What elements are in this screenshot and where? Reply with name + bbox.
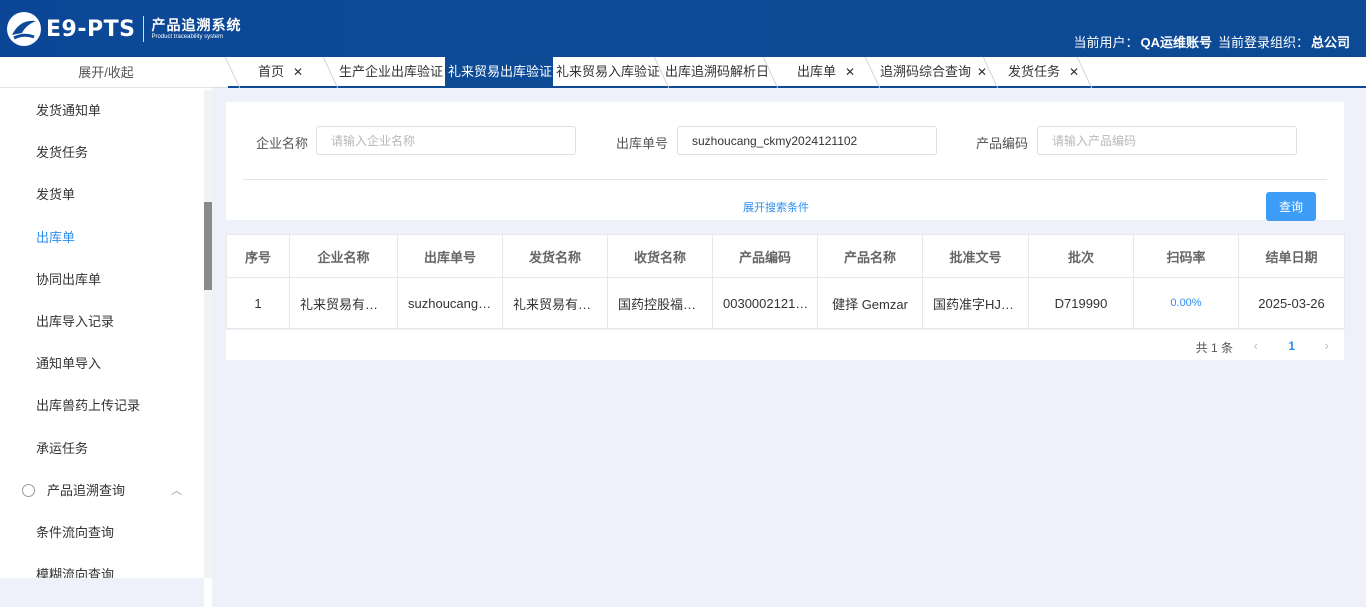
tab-label: 出库单	[797, 64, 837, 79]
user-name: QA运维账号	[1140, 35, 1212, 50]
column-header: 批准文号	[922, 234, 1029, 278]
cell-index: 1	[226, 277, 290, 329]
cell-product-name: 健择 Gemzar	[817, 277, 923, 329]
logo-mark-icon	[6, 11, 42, 47]
tab-bar: 首页 ✕ 生产企业出库验证 礼来贸易出库验证 礼来贸易入库验证 出库追溯码解析日 …	[212, 57, 1366, 88]
tab-outbound-order[interactable]: 出库单 ✕	[797, 57, 855, 88]
cell-receiver: 国药控股福…	[607, 277, 713, 329]
tab-separator	[1076, 57, 1093, 88]
cell-approval-no: 国药准字HJ2…	[922, 277, 1029, 329]
column-header: 产品名称	[817, 234, 923, 278]
chevron-right-icon[interactable]: ›	[1325, 338, 1329, 353]
sidebar-item-vet-upload-log[interactable]: 出库兽药上传记录	[0, 385, 204, 427]
sidebar-item-collab-outbound[interactable]: 协同出库单	[0, 259, 204, 301]
tab-separator	[322, 57, 339, 88]
system-name: 产品追溯系统	[151, 17, 242, 33]
order-no-label: 出库单号	[616, 136, 669, 151]
column-header: 产品编码	[712, 234, 818, 278]
tab-home[interactable]: 首页 ✕	[258, 57, 303, 88]
column-header: 扫码率	[1133, 234, 1239, 278]
sidebar-item-conditional-flow[interactable]: 条件流向查询	[0, 512, 204, 554]
system-title: 产品追溯系统 Product traceability system	[151, 17, 241, 41]
user-info: 当前用户： QA运维账号 当前登录组织： 总公司	[1073, 32, 1350, 51]
tab-label: 出库追溯码解析日	[665, 64, 770, 79]
company-input[interactable]	[316, 126, 576, 155]
tab-outbound-code-parse-log[interactable]: 出库追溯码解析日	[665, 57, 769, 88]
results-table: 序号 企业名称 出库单号 发货名称 收货名称 产品编码 产品名称 批准文号 批次…	[226, 234, 1345, 329]
sidebar-item-shipping-order[interactable]: 发货单	[0, 174, 204, 216]
sidebar-item-carrier-task[interactable]: 承运任务	[0, 428, 204, 470]
product-code-label: 产品编码	[976, 136, 1029, 151]
user-label: 当前用户：	[1073, 35, 1139, 50]
app-header: E9-PTS 产品追溯系统 Product traceability syste…	[0, 0, 1366, 57]
sidebar-item-outbound-order[interactable]: 出库单	[0, 217, 204, 259]
chevron-left-icon[interactable]: ‹	[1254, 338, 1258, 353]
sidebar-footer	[0, 578, 204, 607]
org-label: 当前登录组织：	[1217, 35, 1309, 50]
tab-lilly-inbound-verify[interactable]: 礼来贸易入库验证	[556, 57, 660, 88]
column-header: 发货名称	[502, 234, 608, 278]
column-header: 序号	[226, 234, 290, 278]
query-button[interactable]: 查询	[1266, 192, 1316, 221]
logo-text: E9-PTS	[46, 16, 136, 42]
chevron-up-icon: ︿	[171, 484, 182, 497]
cell-batch: D719990	[1028, 277, 1134, 329]
sidebar-scrollbar-thumb[interactable]	[204, 202, 212, 290]
table-row[interactable]: 1 礼来贸易有… suzhoucang… 礼来贸易有… 国药控股福… 00300…	[226, 277, 1345, 329]
sidebar: 展开/收起 发货通知单 发货任务 发货单 出库单 协同出库单 出库导入记录 通知…	[0, 57, 212, 607]
expand-search-link[interactable]: 展开搜索条件	[226, 199, 1326, 215]
search-divider	[243, 179, 1327, 180]
cell-company: 礼来贸易有…	[289, 277, 398, 329]
tab-producer-outbound-verify[interactable]: 生产企业出库验证	[339, 57, 443, 88]
close-icon[interactable]: ✕	[1069, 65, 1079, 79]
table-header-row: 序号 企业名称 出库单号 发货名称 收货名称 产品编码 产品名称 批准文号 批次…	[226, 234, 1345, 278]
pagination-current-page[interactable]: 1	[1288, 339, 1295, 353]
close-icon[interactable]: ✕	[977, 65, 987, 79]
sidebar-menu: 发货通知单 发货任务 发货单 出库单 协同出库单 出库导入记录 通知单导入 出库…	[0, 90, 204, 578]
cell-close-date: 2025-03-26	[1238, 277, 1345, 329]
tab-label: 发货任务	[1008, 64, 1061, 79]
sidebar-item-fuzzy-flow[interactable]: 模糊流向查询	[0, 554, 204, 578]
org-name: 总公司	[1310, 35, 1350, 50]
column-header: 收货名称	[607, 234, 713, 278]
logo-divider	[143, 16, 145, 42]
column-header: 企业名称	[289, 234, 398, 278]
tab-shipping-task[interactable]: 发货任务 ✕	[1008, 57, 1079, 88]
tab-label: 礼来贸易入库验证	[556, 64, 661, 79]
tab-separator	[224, 57, 241, 88]
search-panel: 企业名称 出库单号 产品编码 展开搜索条件 查询	[226, 102, 1344, 221]
product-code-input[interactable]	[1037, 126, 1297, 155]
sidebar-group-label: 产品追溯查询	[47, 482, 126, 498]
cell-scan-rate: 0.00%	[1133, 277, 1239, 329]
tab-label: 首页	[258, 64, 285, 79]
sidebar-item-outbound-import-log[interactable]: 出库导入记录	[0, 301, 204, 343]
globe-icon	[22, 484, 35, 498]
tab-separator	[864, 57, 881, 88]
sidebar-item-notice-import[interactable]: 通知单导入	[0, 343, 204, 385]
pagination-total: 共 1 条	[1195, 341, 1233, 355]
tab-label: 礼来贸易出库验证	[448, 64, 553, 79]
column-header: 结单日期	[1238, 234, 1345, 278]
column-header: 批次	[1028, 234, 1134, 278]
pagination: 共 1 条 ‹ 1 ›	[226, 330, 1344, 360]
system-name-en: Product traceability system	[151, 34, 224, 40]
tab-label: 生产企业出库验证	[339, 64, 444, 79]
cell-order-no: suzhoucang…	[397, 277, 503, 329]
close-icon[interactable]: ✕	[845, 65, 855, 79]
column-header: 出库单号	[397, 234, 503, 278]
order-no-input[interactable]	[677, 126, 937, 155]
sidebar-item-shipping-notice[interactable]: 发货通知单	[0, 90, 204, 132]
sidebar-toggle[interactable]: 展开/收起	[0, 57, 212, 88]
sidebar-group-trace-query[interactable]: 产品追溯查询 ︿	[0, 470, 204, 512]
cell-product-code: 0030002121…	[712, 277, 818, 329]
company-label: 企业名称	[256, 136, 309, 151]
tab-lilly-outbound-verify[interactable]: 礼来贸易出库验证	[445, 57, 553, 88]
cell-sender: 礼来贸易有…	[502, 277, 608, 329]
close-icon[interactable]: ✕	[293, 65, 303, 79]
sidebar-scrollbar-track[interactable]	[204, 90, 212, 578]
tab-label: 追溯码综合查询	[880, 64, 972, 79]
app-logo: E9-PTS 产品追溯系统 Product traceability syste…	[6, 10, 241, 48]
sidebar-item-shipping-task[interactable]: 发货任务	[0, 132, 204, 174]
tab-trace-code-query[interactable]: 追溯码综合查询 ✕	[880, 57, 987, 88]
